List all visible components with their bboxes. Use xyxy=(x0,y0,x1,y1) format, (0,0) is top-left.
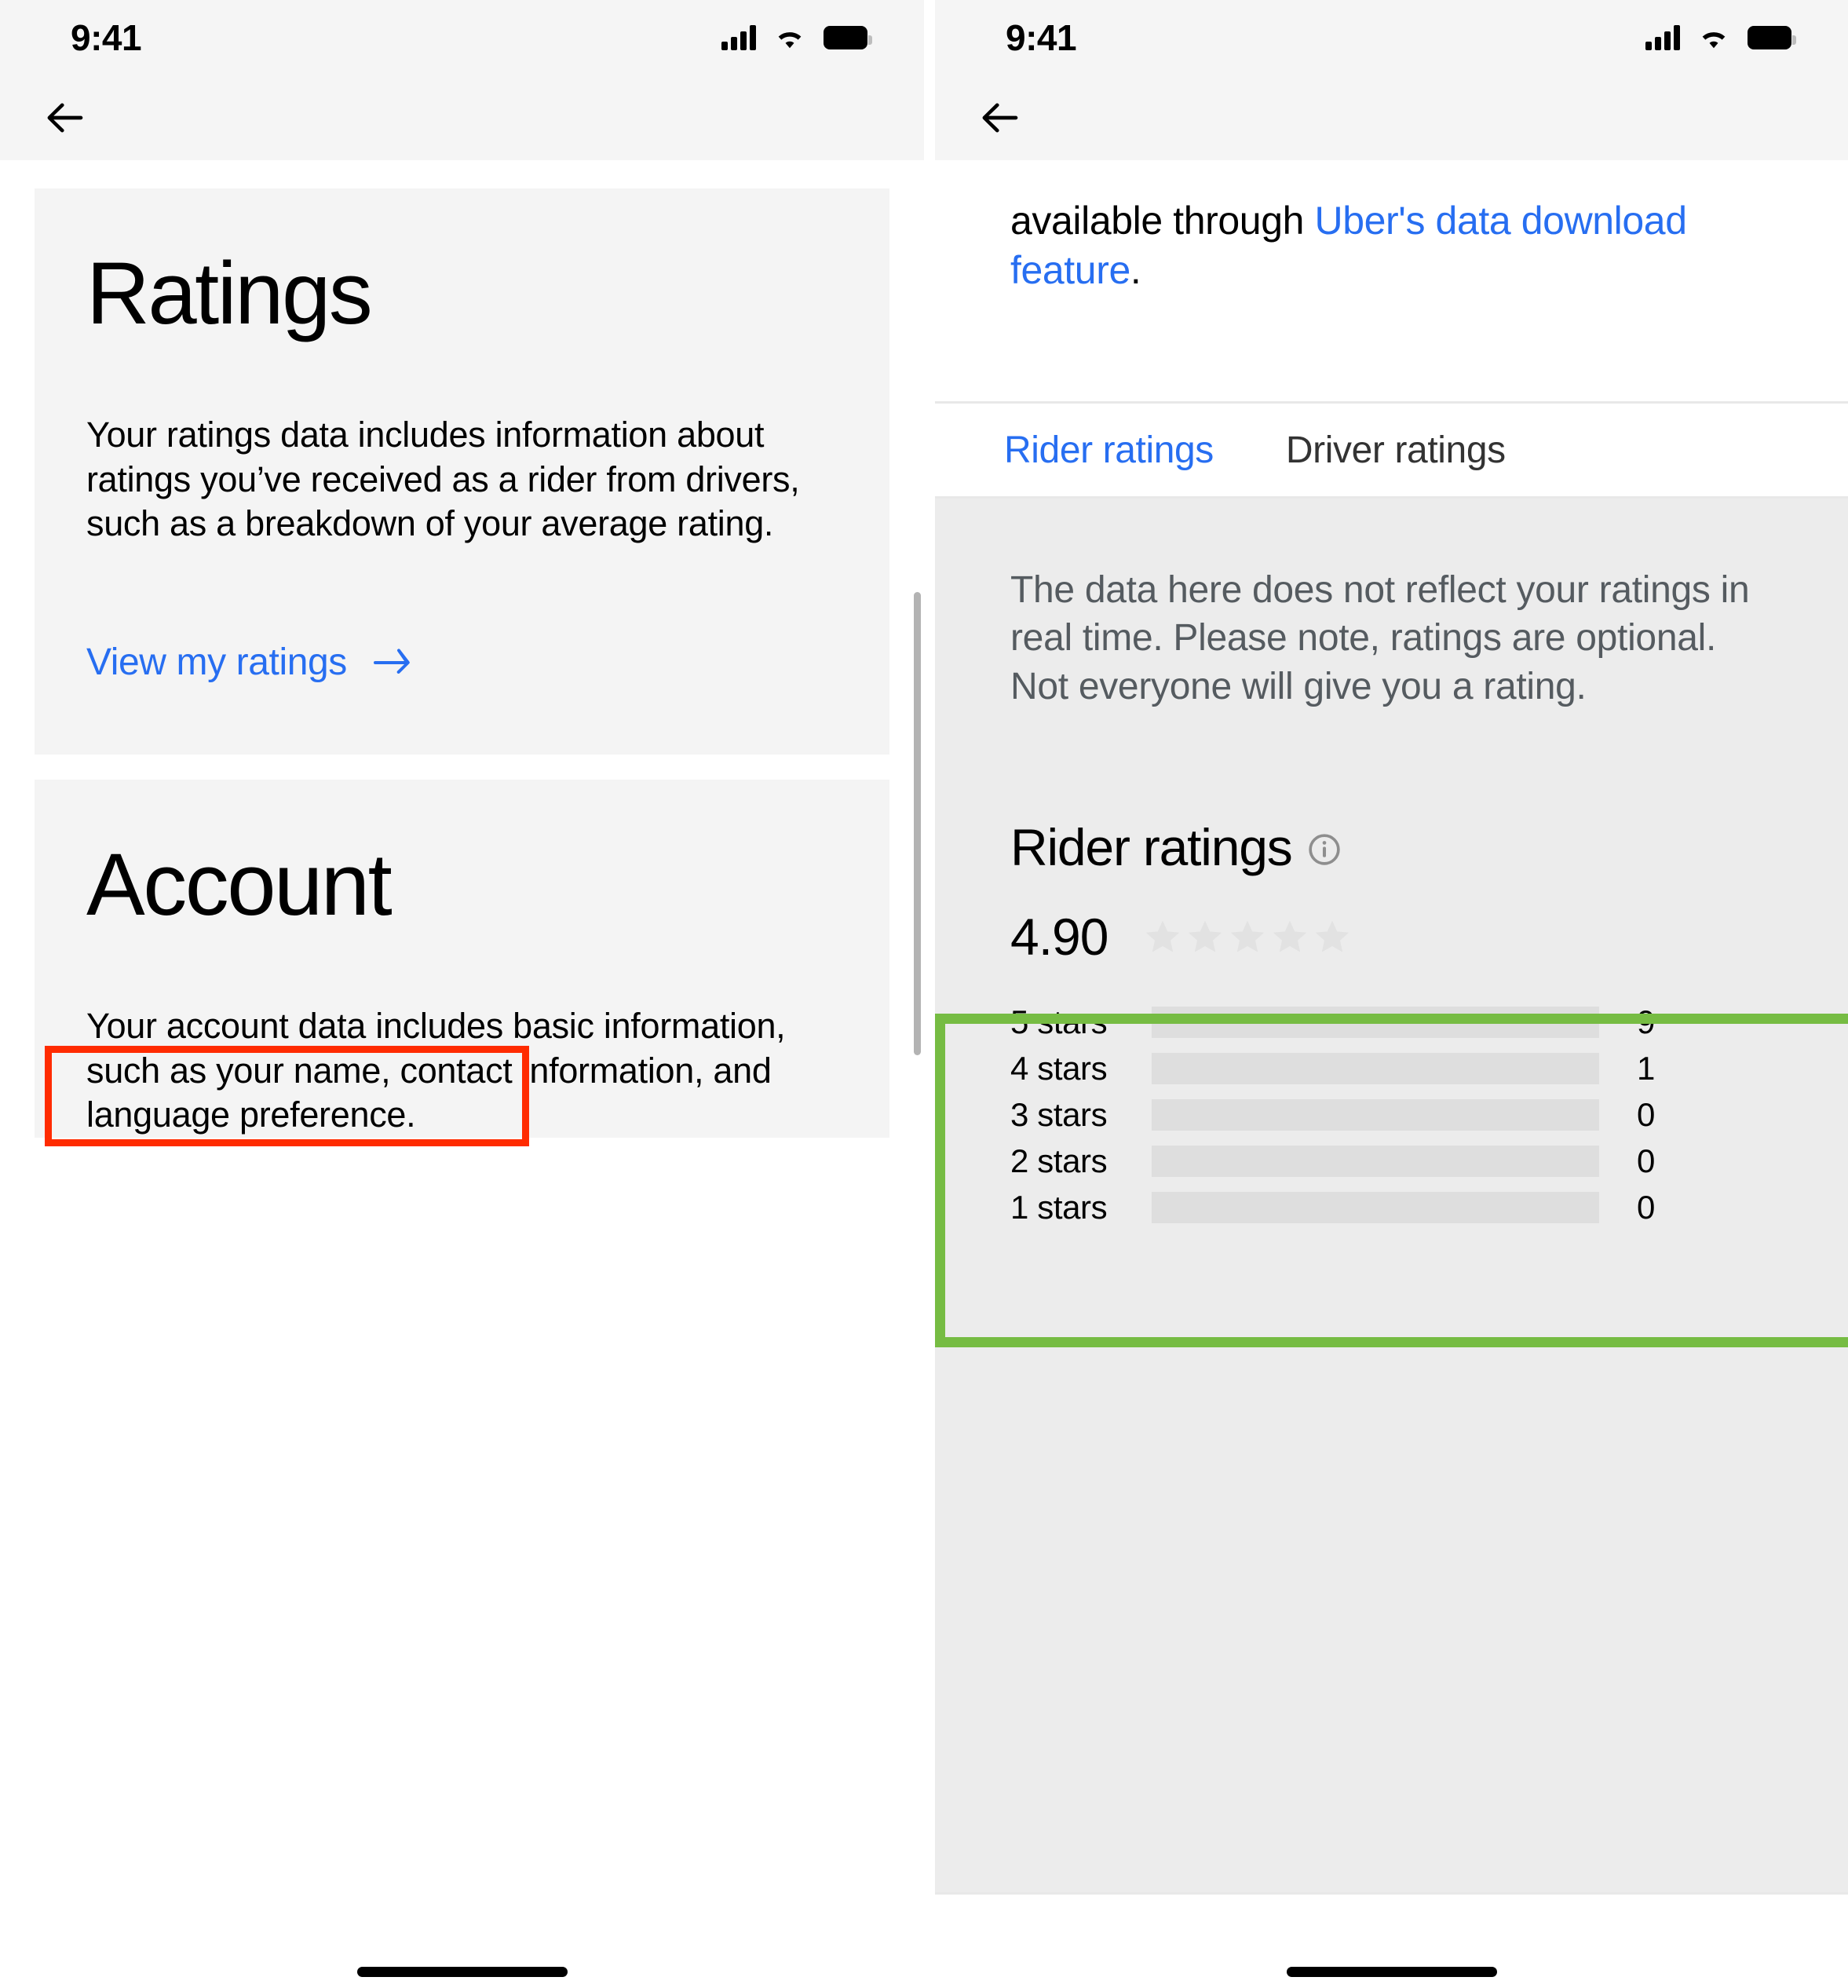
arrow-right-icon xyxy=(373,648,410,674)
view-my-ratings-label: View my ratings xyxy=(86,641,347,684)
status-icon-group-right xyxy=(1645,25,1796,50)
intro-paragraph: available through Uber's data download f… xyxy=(935,160,1848,294)
bar-label: 3 stars xyxy=(1010,1095,1108,1133)
view-my-ratings-link[interactable]: View my ratings xyxy=(86,603,838,720)
battery-full-icon xyxy=(824,26,872,49)
nav-bar-left xyxy=(0,75,924,160)
bar-count: 0 xyxy=(1637,1142,1656,1179)
info-circle-icon[interactable] xyxy=(1308,833,1341,866)
star-icon xyxy=(1231,920,1265,952)
cellular-signal-icon xyxy=(721,25,756,50)
status-time-right: 9:41 xyxy=(1006,17,1077,58)
account-description: Your account data includes basic informa… xyxy=(86,1006,786,1135)
bar-track xyxy=(1152,1145,1599,1177)
table-row: 2 stars 0 xyxy=(1010,1138,1773,1183)
bar-label: 4 stars xyxy=(1010,1049,1108,1087)
ratings-card: Ratings Your ratings data includes infor… xyxy=(35,188,889,755)
right-scroll-content[interactable]: available through Uber's data download f… xyxy=(935,160,1848,1988)
page-title-account: Account xyxy=(86,835,393,934)
status-bar-left: 9:41 xyxy=(0,0,924,75)
star-icon xyxy=(1316,920,1349,952)
ratings-disclaimer: The data here does not reflect your rati… xyxy=(1010,569,1750,707)
bar-label: 1 stars xyxy=(1010,1188,1108,1226)
home-indicator-left xyxy=(356,1967,568,1977)
rider-ratings-card: Rider ratings 4.90 5 stars 9 4 stars 1 3… xyxy=(1010,761,1773,1284)
ratings-description: Your ratings data includes information a… xyxy=(86,415,800,544)
account-card: Account Your account data includes basic… xyxy=(35,780,889,1138)
status-time: 9:41 xyxy=(71,17,142,58)
star-icon xyxy=(1273,920,1307,952)
ratings-panel: The data here does not reflect your rati… xyxy=(935,499,1848,1988)
average-score-value: 4.90 xyxy=(1010,908,1108,967)
star-icon xyxy=(1189,920,1222,952)
bar-count: 0 xyxy=(1637,1095,1656,1133)
table-row: 5 stars 9 xyxy=(1010,999,1773,1044)
intro-prefix: available through xyxy=(1010,199,1315,243)
wifi-icon xyxy=(1702,32,1726,49)
average-score-row: 4.90 xyxy=(1010,907,1773,967)
bar-track xyxy=(1152,1098,1599,1131)
ratings-tabs: Rider ratings Driver ratings xyxy=(935,401,1848,499)
rider-ratings-header: Rider ratings xyxy=(1010,817,1773,877)
rider-ratings-title: Rider ratings xyxy=(1010,818,1293,877)
status-icon-group xyxy=(721,25,872,50)
right-phone-screen: 9:41 available through Uber's data downl… xyxy=(924,0,1848,1988)
left-phone-screen: 9:41 Ratings Your ratings data includes xyxy=(0,0,924,1988)
bar-label: 2 stars xyxy=(1010,1142,1108,1179)
tab-driver-ratings[interactable]: Driver ratings xyxy=(1286,429,1506,472)
bar-label: 5 stars xyxy=(1010,1003,1108,1040)
table-row: 3 stars 0 xyxy=(1010,1092,1773,1137)
left-scroll-content[interactable]: Ratings Your ratings data includes infor… xyxy=(0,160,924,1988)
page-title-ratings: Ratings xyxy=(86,244,373,342)
bar-count: 0 xyxy=(1637,1188,1656,1226)
bar-count: 9 xyxy=(1637,1003,1656,1040)
nav-bar-right xyxy=(935,75,1848,160)
bar-track xyxy=(1152,1052,1599,1084)
star-icon xyxy=(1146,920,1180,952)
back-button-right[interactable] xyxy=(963,82,1035,154)
bar-track xyxy=(1152,1006,1599,1038)
tab-rider-ratings[interactable]: Rider ratings xyxy=(1004,429,1214,472)
table-row: 1 stars 0 xyxy=(1010,1185,1773,1230)
home-indicator-right xyxy=(1286,1967,1497,1977)
dual-screenshot-container: 9:41 Ratings Your ratings data includes xyxy=(0,0,1848,1988)
bar-count: 1 xyxy=(1637,1049,1656,1087)
status-bar-right: 9:41 xyxy=(935,0,1848,75)
back-arrow-icon xyxy=(47,103,83,133)
cellular-signal-icon xyxy=(1645,25,1680,50)
ratings-breakdown-chart: 5 stars 9 4 stars 1 3 stars 0 2 stars 0 … xyxy=(1010,999,1773,1230)
star-rating-display xyxy=(1144,918,1351,956)
wifi-icon xyxy=(778,32,802,49)
intro-suffix: . xyxy=(1130,247,1141,292)
back-button[interactable] xyxy=(28,82,100,154)
battery-full-icon xyxy=(1748,26,1796,49)
bar-track xyxy=(1152,1191,1599,1223)
table-row: 4 stars 1 xyxy=(1010,1046,1773,1091)
scrollbar-left[interactable] xyxy=(914,592,921,1055)
back-arrow-icon xyxy=(982,103,1018,133)
